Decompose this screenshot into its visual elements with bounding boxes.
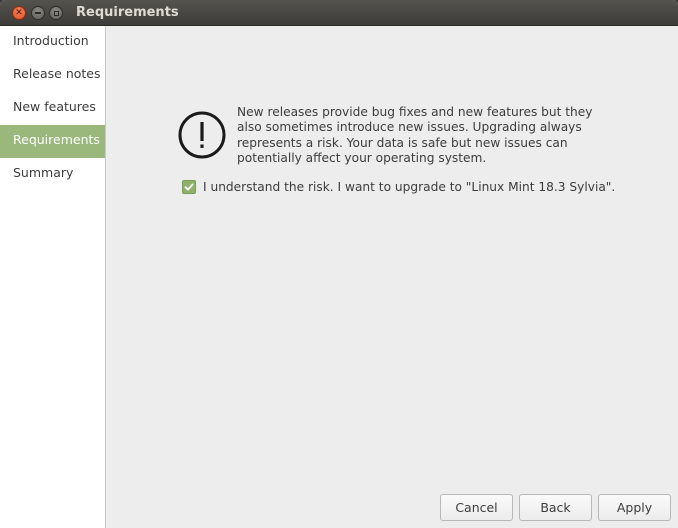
sidebar-item-new-features[interactable]: New features	[0, 92, 105, 125]
warning-exclamation-icon	[178, 111, 226, 159]
risk-checkbox-row[interactable]: I understand the risk. I want to upgrade…	[182, 178, 615, 196]
titlebar[interactable]: ✕ Requirements	[0, 0, 678, 26]
checkmark-icon	[184, 183, 194, 191]
back-button[interactable]: Back	[519, 494, 592, 521]
risk-checkbox[interactable]	[182, 180, 196, 194]
risk-checkbox-label[interactable]: I understand the risk. I want to upgrade…	[203, 180, 615, 194]
close-icon: ✕	[15, 7, 23, 18]
sidebar-item-introduction[interactable]: Introduction	[0, 26, 105, 59]
upgrade-window: ✕ Requirements Introduction Release note…	[0, 0, 678, 528]
cancel-button[interactable]: Cancel	[440, 494, 513, 521]
close-window-button[interactable]: ✕	[12, 6, 26, 20]
sidebar-item-summary[interactable]: Summary	[0, 158, 105, 191]
sidebar: Introduction Release notes New features …	[0, 26, 106, 528]
maximize-window-button[interactable]	[49, 6, 63, 20]
maximize-icon	[53, 10, 59, 16]
window-title: Requirements	[76, 5, 179, 20]
minimize-window-button[interactable]	[31, 6, 45, 20]
apply-button[interactable]: Apply	[598, 494, 671, 521]
main-content: New releases provide bug fixes and new f…	[106, 26, 678, 528]
sidebar-item-release-notes[interactable]: Release notes	[0, 59, 105, 92]
minimize-icon	[35, 12, 41, 14]
sidebar-item-requirements[interactable]: Requirements	[0, 125, 105, 158]
risk-message: New releases provide bug fixes and new f…	[237, 105, 593, 165]
